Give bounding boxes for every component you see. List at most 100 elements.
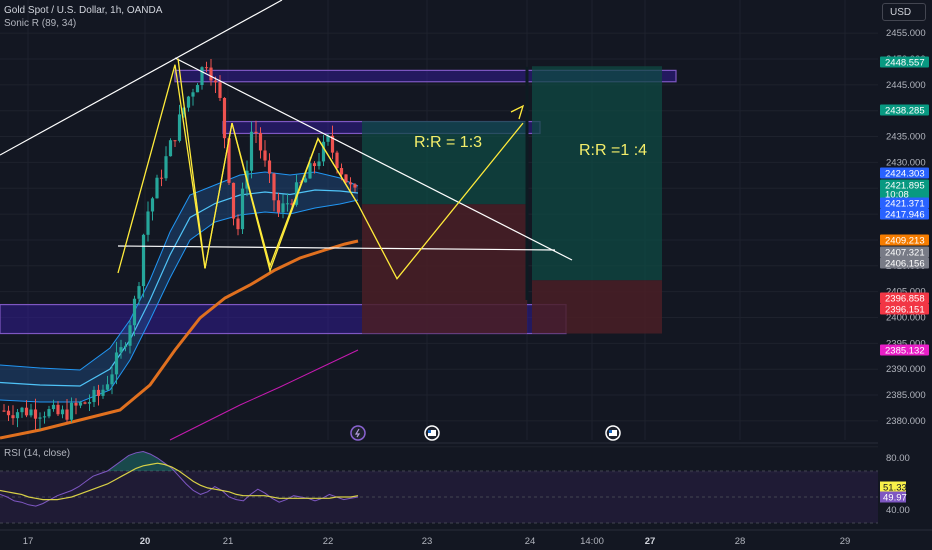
candle-body [159,177,164,179]
price-tick-label: 2435.000 [886,132,926,143]
candle-body [114,352,119,375]
candle-body [317,161,321,167]
candle-body [339,168,344,175]
stop-loss-zone [532,280,662,334]
earnings-event-icon [350,425,366,441]
price-tick-label: 2430.000 [886,157,926,168]
candle-body [83,402,87,404]
currency-button[interactable]: USD [882,3,926,21]
price-tick-label: 2455.000 [886,28,926,39]
time-tick-label: 24 [525,536,536,547]
candle-body [65,409,69,420]
candle-body [128,325,132,346]
candle-body [11,415,15,419]
candle-body [236,218,240,230]
candle-body [24,407,29,416]
candle-body [200,67,204,86]
price-tick-label: 2380.000 [886,416,926,427]
candle-body [137,286,141,299]
candle-body [150,198,155,212]
candle-body [141,234,146,287]
risk-reward-label: R:R =1 :4 [579,142,647,159]
profit-zone [532,66,662,281]
candle-body [51,404,56,410]
candle-body [164,156,168,179]
candle-body [231,182,236,219]
candle-body [263,150,267,161]
symbol-title: Gold Spot / U.S. Dollar, 1h, OANDA [4,5,163,16]
price-tick-label: 2445.000 [886,80,926,91]
candle-body [272,173,276,201]
candle-body [186,96,191,108]
time-tick-label: 27 [645,536,656,547]
time-tick-label: 22 [323,536,334,547]
candle-body [254,131,258,133]
rsi-tick-label: 80.00 [886,453,910,464]
time-tick-label: 28 [735,536,746,547]
time-tick-label: 20 [140,536,151,547]
candle-body [303,178,308,183]
candle-body [348,182,353,185]
price-label-text: 2424.303 [885,169,925,180]
candle-body [191,92,195,97]
candle-body [6,410,11,416]
candle-body [222,97,227,139]
rsi-tick-label: 40.00 [886,505,910,516]
price-axis[interactable]: 2455.0002450.0002445.0002440.0002435.000… [878,0,932,550]
candle-body [15,412,20,419]
candle-body [267,160,272,174]
candle-body [146,211,150,235]
candle-body [2,410,6,412]
candle-body [110,374,114,385]
candle-body [105,384,110,390]
risk-reward-label: R:R = 1:3 [414,134,482,151]
candle-body [353,184,357,188]
time-tick-label: 29 [840,536,851,547]
rsi-value-text: 49.97 [883,493,907,504]
flag-icon [609,430,612,433]
candle-body [195,85,200,93]
candle-body [213,80,218,83]
candle-body [47,409,51,417]
sonic-r-indicator-label[interactable]: Sonic R (89, 34) [4,18,76,29]
candle-body [335,152,339,169]
candle-body [249,131,254,171]
candle-body [177,114,182,141]
time-tick-label: 23 [422,536,433,547]
price-label-text: 2417.946 [885,210,925,221]
candle-body [281,203,285,213]
candle-body [29,409,33,416]
price-label-text: 2407.321 [885,248,925,259]
candle-body [87,402,92,404]
price-label-text: 2409.213 [885,236,925,247]
candle-body [204,67,209,69]
stop-loss-zone [362,204,527,334]
price-label-text: 2406.156 [885,259,925,270]
candle-body [173,140,177,142]
candle-body [218,82,222,98]
candle-body [78,402,83,406]
time-tick-label: 21 [223,536,234,547]
candle-body [38,417,42,419]
price-tick-label: 2390.000 [886,364,926,375]
candle-body [119,347,123,353]
time-tick-label: 17 [23,536,34,547]
candle-body [312,163,317,167]
candle-body [132,298,137,326]
candle-body [69,402,74,420]
candle-body [258,132,263,151]
candle-body [240,188,245,230]
candle-body [42,416,47,418]
candle-body [168,140,173,157]
price-label-text: 2421.371 [885,199,925,210]
price-label-text: 2396.858 [885,294,925,305]
candle-body [101,389,105,396]
candle-body [276,200,281,213]
price-label-text: 2396.151 [885,305,925,316]
candle-body [123,345,128,348]
trading-chart[interactable]: R:R = 1:3 R:R =1 :4 2455.0002450.0002445.… [0,0,932,550]
price-tick-label: 2385.000 [886,390,926,401]
candle-body [60,409,65,415]
rsi-indicator-label[interactable]: RSI (14, close) [4,448,70,459]
candle-body [209,67,213,81]
